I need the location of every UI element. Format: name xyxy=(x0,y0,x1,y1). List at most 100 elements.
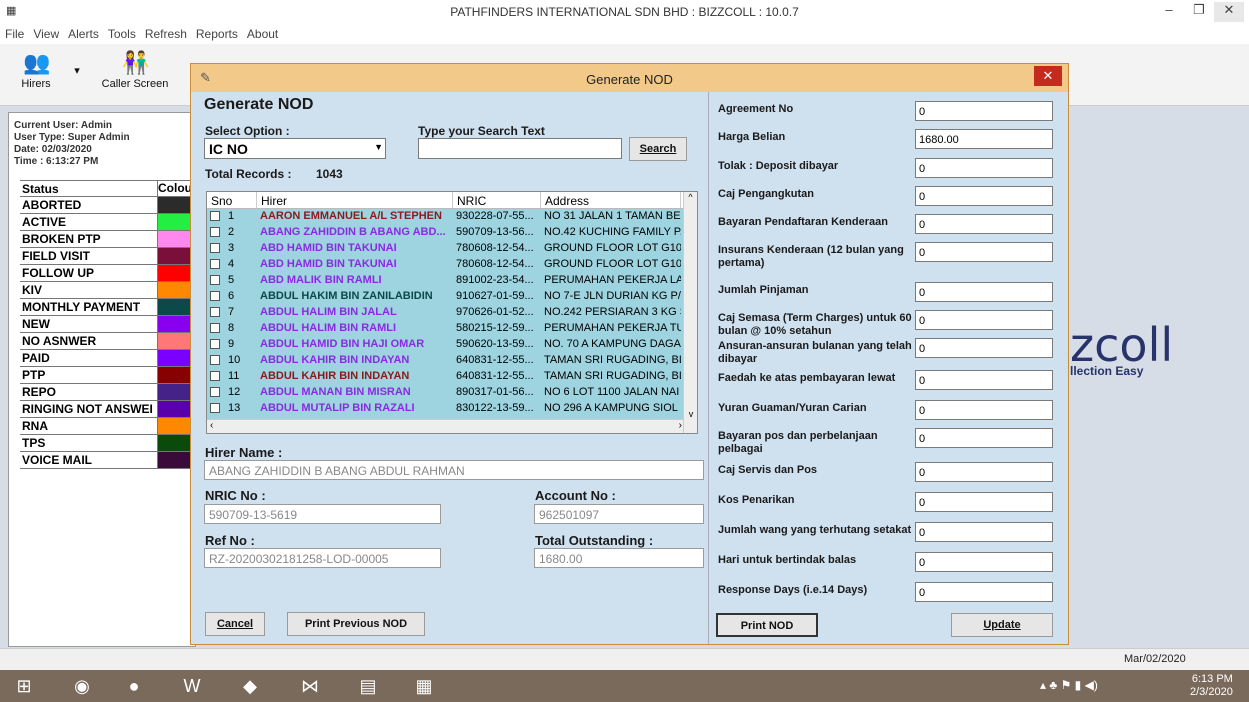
caller-screen-button[interactable]: 👫 Caller Screen xyxy=(98,46,172,102)
table-row[interactable]: 5 ABD MALIK BIN RAMLI 891002-23-54... PERUM… xyxy=(207,273,697,289)
status-name: MONTHLY PAYMENT xyxy=(20,299,158,315)
field-input[interactable]: 0 xyxy=(915,158,1053,178)
firefox-icon[interactable]: ● xyxy=(120,674,148,698)
bizzcoll-taskbar-icon[interactable]: ▦ xyxy=(410,674,438,698)
scroll-left-icon[interactable]: ‹ xyxy=(210,420,213,431)
field-label: Jumlah Pinjaman xyxy=(718,284,809,296)
windows-start-icon[interactable]: ⊞ xyxy=(10,674,38,698)
menu-reports[interactable]: Reports xyxy=(191,24,242,41)
table-row[interactable]: 9 ABDUL HAMID BIN HAJI OMAR 590620-13-59..… xyxy=(207,337,697,353)
field-label: Kos Penarikan xyxy=(718,494,795,506)
row-checkbox[interactable] xyxy=(210,227,220,238)
field-input[interactable]: 0 xyxy=(915,214,1053,234)
status-name: ABORTED xyxy=(20,197,158,213)
table-row[interactable]: 6 ABDUL HAKIM BIN ZANILABIDIN 910627-01-59… xyxy=(207,289,697,305)
minimize-button[interactable]: – xyxy=(1154,2,1184,22)
field-input[interactable]: 0 xyxy=(915,338,1053,358)
ref-field[interactable]: RZ-20200302181258-LOD-00005 xyxy=(204,548,441,568)
field-input[interactable]: 0 xyxy=(915,462,1053,482)
field-input[interactable]: 0 xyxy=(915,370,1053,390)
print-nod-button[interactable]: Print NOD xyxy=(716,613,818,637)
status-name: REPO xyxy=(20,384,158,400)
dialog-close-button[interactable]: ✕ xyxy=(1034,66,1062,86)
table-row[interactable]: 10 ABDUL KAHIR BIN INDAYAN 640831-12-55...… xyxy=(207,353,697,369)
field-input[interactable]: 0 xyxy=(915,400,1053,420)
app-icon[interactable]: ◆ xyxy=(236,674,264,698)
visual-studio-icon[interactable]: ⋈ xyxy=(296,674,324,698)
table-row[interactable]: 4 ABD HAMID BIN TAKUNAI 780608-12-54... GRO… xyxy=(207,257,697,273)
field-input[interactable]: 0 xyxy=(915,582,1053,602)
status-name: FOLLOW UP xyxy=(20,265,158,281)
field-label: Ansuran-ansuran bulanan yang telah dibay… xyxy=(718,340,912,365)
table-row[interactable]: 2 ABANG ZAHIDDIN B ABANG ABD... 590709-13-… xyxy=(207,225,697,241)
hirer-name-field[interactable]: ABANG ZAHIDDIN B ABANG ABDUL RAHMAN xyxy=(204,460,704,480)
col-nric[interactable]: NRIC xyxy=(453,192,541,208)
system-tray[interactable]: ▴ ♣ ⚑ ▮ ◀) xyxy=(1040,678,1098,692)
menu-file[interactable]: File xyxy=(0,24,28,41)
word-icon[interactable]: W xyxy=(178,674,206,698)
menu-view[interactable]: View xyxy=(28,24,63,41)
account-field[interactable]: 962501097 xyxy=(534,504,704,524)
field-input[interactable]: 0 xyxy=(915,492,1053,512)
row-checkbox[interactable] xyxy=(210,371,220,382)
table-row[interactable]: 13 ABDUL MUTALIP BIN RAZALI 830122-13-59..… xyxy=(207,401,697,417)
update-button[interactable]: Update xyxy=(951,613,1053,637)
field-input[interactable]: 1680.00 xyxy=(915,129,1053,149)
menu-alerts[interactable]: Alerts xyxy=(63,24,103,41)
row-checkbox[interactable] xyxy=(210,307,220,318)
grid-horizontal-scrollbar[interactable]: ‹ › xyxy=(207,419,685,433)
row-checkbox[interactable] xyxy=(210,323,220,334)
row-address: GROUND FLOOR LOT G10 xyxy=(544,242,681,254)
field-input[interactable]: 0 xyxy=(915,186,1053,206)
field-input[interactable]: 0 xyxy=(915,242,1053,262)
outstanding-field[interactable]: 1680.00 xyxy=(534,548,704,568)
row-checkbox[interactable] xyxy=(210,243,220,254)
table-row[interactable]: 12 ABDUL MANAN BIN MISRAN 890317-01-56... N… xyxy=(207,385,697,401)
field-input[interactable]: 0 xyxy=(915,310,1053,330)
table-row[interactable]: 3 ABD HAMID BIN TAKUNAI 780608-12-54... GRO… xyxy=(207,241,697,257)
status-name: NEW xyxy=(20,316,158,332)
taskbar-clock[interactable]: 6:13 PM 2/3/2020 xyxy=(1190,673,1233,699)
close-button[interactable]: ✕ xyxy=(1214,2,1244,22)
table-row[interactable]: 11 ABDUL KAHIR BIN INDAYAN 640831-12-55...… xyxy=(207,369,697,385)
col-hirer[interactable]: Hirer xyxy=(257,192,453,208)
hirers-button[interactable]: 👥 Hirers xyxy=(6,46,66,102)
scroll-down-icon[interactable]: v xyxy=(684,409,697,419)
search-button[interactable]: Search xyxy=(629,137,687,161)
scroll-up-icon[interactable]: ^ xyxy=(684,192,697,202)
menu-refresh[interactable]: Refresh xyxy=(140,24,191,41)
table-row[interactable]: 1 AARON EMMANUEL A/L STEPHEN 930228-07-55.… xyxy=(207,209,697,225)
row-checkbox[interactable] xyxy=(210,259,220,270)
menu-tools[interactable]: Tools xyxy=(103,24,140,41)
scroll-right-icon[interactable]: › xyxy=(679,420,682,431)
row-checkbox[interactable] xyxy=(210,387,220,398)
grid-vertical-scrollbar[interactable]: ^ v xyxy=(683,192,697,433)
nric-field[interactable]: 590709-13-5619 xyxy=(204,504,441,524)
field-label: Yuran Guaman/Yuran Carian xyxy=(718,402,867,414)
hirer-grid[interactable]: Sno Hirer NRIC Address 1 AARON EMMANUEL A… xyxy=(206,191,698,434)
menu-about[interactable]: About xyxy=(242,24,282,41)
select-option-dropdown[interactable]: IC NO ▼ xyxy=(204,138,386,159)
field-input[interactable]: 0 xyxy=(915,428,1053,448)
row-checkbox[interactable] xyxy=(210,211,220,222)
row-checkbox[interactable] xyxy=(210,355,220,366)
field-input[interactable]: 0 xyxy=(915,101,1053,121)
chrome-icon[interactable]: ◉ xyxy=(68,674,96,698)
search-input[interactable] xyxy=(418,138,622,159)
row-checkbox[interactable] xyxy=(210,339,220,350)
table-row[interactable]: 8 ABDUL HALIM BIN RAMLI 580215-12-59... PER… xyxy=(207,321,697,337)
update-button-label: Update xyxy=(983,619,1021,631)
cancel-button[interactable]: Cancel xyxy=(205,612,265,636)
row-checkbox[interactable] xyxy=(210,291,220,302)
file-explorer-icon[interactable]: ▤ xyxy=(354,674,382,698)
field-input[interactable]: 0 xyxy=(915,282,1053,302)
col-address[interactable]: Address xyxy=(541,192,681,208)
field-input[interactable]: 0 xyxy=(915,552,1053,572)
col-sno[interactable]: Sno xyxy=(207,192,257,208)
field-input[interactable]: 0 xyxy=(915,522,1053,542)
row-checkbox[interactable] xyxy=(210,275,220,286)
print-previous-nod-button[interactable]: Print Previous NOD xyxy=(287,612,425,636)
restore-button[interactable]: ❐ xyxy=(1184,2,1214,22)
table-row[interactable]: 7 ABDUL HALIM BIN JALAL 970626-01-52... NO.… xyxy=(207,305,697,321)
row-checkbox[interactable] xyxy=(210,403,220,414)
